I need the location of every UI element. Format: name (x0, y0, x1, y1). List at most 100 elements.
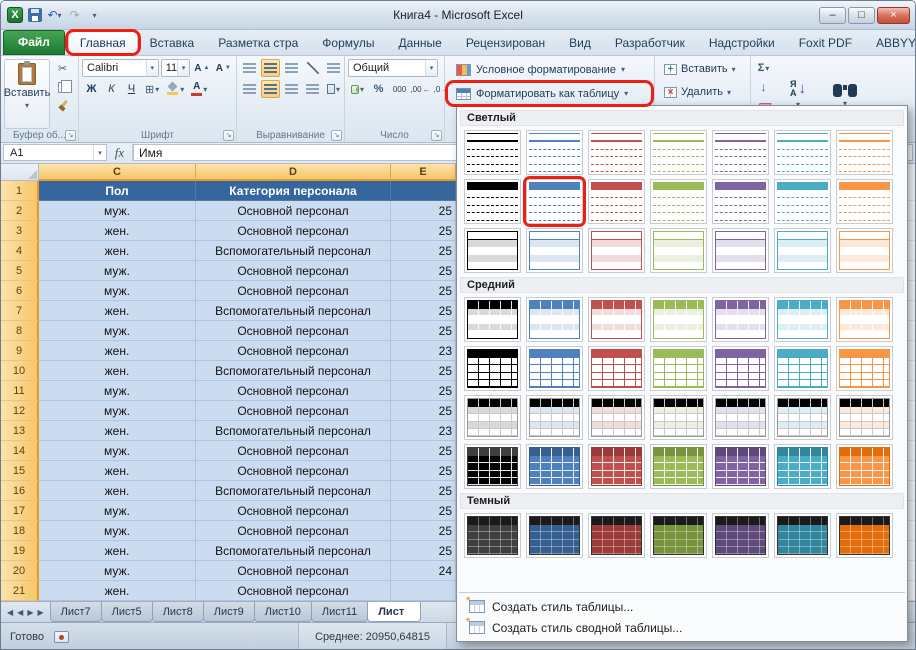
align-left-button[interactable] (240, 80, 259, 98)
minimize-button[interactable]: – (819, 7, 846, 24)
table-style-1-0-6[interactable] (836, 297, 893, 342)
table-style-1-3-6[interactable] (836, 444, 893, 489)
row-header-9[interactable]: 9 (1, 341, 39, 361)
bold-button[interactable]: Ж (82, 80, 101, 98)
table-style-0-1-3[interactable] (650, 179, 707, 224)
cell-D9[interactable]: Основной персонал (196, 341, 391, 361)
cell-C10[interactable]: жен. (39, 361, 196, 381)
row-header-8[interactable]: 8 (1, 321, 39, 341)
table-style-1-0-3[interactable] (650, 297, 707, 342)
cell-C20[interactable]: муж. (39, 561, 196, 581)
borders-button[interactable]: ⊞▾ (142, 80, 162, 98)
sheet-tab-Лист7[interactable]: Лист7 (50, 602, 102, 622)
copy-button[interactable] (53, 78, 72, 96)
row-header-11[interactable]: 11 (1, 381, 39, 401)
alignment-dialog-launcher[interactable]: ↘ (331, 130, 342, 141)
align-center-button[interactable] (261, 80, 280, 98)
sheet-tab-Лист8[interactable]: Лист8 (152, 602, 204, 622)
tab-foxit[interactable]: Foxit PDF (787, 31, 864, 55)
cell-D11[interactable]: Основной персонал (196, 381, 391, 401)
delete-cells-button[interactable]: × Удалить ▾ (658, 82, 747, 102)
format-painter-button[interactable] (53, 97, 72, 115)
accounting-format-button[interactable]: ▾ (348, 80, 367, 98)
table-style-1-3-2[interactable] (588, 444, 645, 489)
merge-center-button[interactable]: ▾ (324, 80, 343, 98)
cell-D17[interactable]: Основной персонал (196, 501, 391, 521)
column-header-C[interactable]: C (39, 164, 196, 181)
clipboard-dialog-launcher[interactable]: ↘ (65, 130, 76, 141)
cell-E21[interactable] (391, 581, 456, 601)
table-style-0-2-2[interactable] (588, 228, 645, 273)
row-header-17[interactable]: 17 (1, 501, 39, 521)
cell-D14[interactable]: Основной персонал (196, 441, 391, 461)
table-style-1-2-1[interactable] (526, 395, 583, 440)
italic-button[interactable]: К (102, 80, 121, 98)
font-name-combo[interactable]: Calibri▾ (82, 59, 159, 77)
close-button[interactable]: × (877, 7, 910, 24)
cell-E20[interactable]: 24 (391, 561, 456, 581)
table-style-0-1-2[interactable] (588, 179, 645, 224)
tab-file[interactable]: Файл (3, 30, 65, 55)
row-header-21[interactable]: 21 (1, 581, 39, 601)
chevron-down-icon[interactable]: ▾ (146, 60, 158, 76)
table-style-1-0-0[interactable] (464, 297, 521, 342)
sheet-tab-Лист9[interactable]: Лист9 (203, 602, 255, 622)
last-sheet-button[interactable]: ▶ (37, 608, 43, 617)
macro-record-icon[interactable] (54, 631, 69, 643)
table-style-0-2-1[interactable] (526, 228, 583, 273)
cell-D5[interactable]: Основной персонал (196, 261, 391, 281)
cell-C2[interactable]: муж. (39, 201, 196, 221)
table-style-1-3-3[interactable] (650, 444, 707, 489)
cell-E18[interactable]: 25 (391, 521, 456, 541)
cell-C19[interactable]: жен. (39, 541, 196, 561)
cell-E8[interactable]: 25 (391, 321, 456, 341)
cell-C13[interactable]: жен. (39, 421, 196, 441)
cell-D3[interactable]: Основной персонал (196, 221, 391, 241)
format-as-table-button[interactable]: Форматировать как таблицу ▾ (448, 83, 651, 104)
comma-style-button[interactable]: 000 (390, 80, 409, 98)
tab-formulas[interactable]: Формулы (310, 31, 386, 55)
gallery-menu-item-0[interactable]: Создать стиль таблицы... (461, 596, 903, 617)
cell-C1[interactable]: Пол (39, 181, 196, 201)
cell-D19[interactable]: Вспомогательный персонал (196, 541, 391, 561)
table-style-1-1-5[interactable] (774, 346, 831, 391)
paste-button[interactable]: Вставить ▾ (4, 59, 50, 129)
table-style-1-1-4[interactable] (712, 346, 769, 391)
table-style-0-0-1[interactable] (526, 130, 583, 175)
table-style-0-0-3[interactable] (650, 130, 707, 175)
table-style-0-1-5[interactable] (774, 179, 831, 224)
align-right-button[interactable] (282, 80, 301, 98)
chevron-down-icon[interactable]: ▾ (177, 60, 189, 76)
autosum-button[interactable]: Σ▾ (754, 59, 773, 77)
table-style-1-0-4[interactable] (712, 297, 769, 342)
cell-D16[interactable]: Вспомогательный персонал (196, 481, 391, 501)
row-header-16[interactable]: 16 (1, 481, 39, 501)
cell-E19[interactable]: 25 (391, 541, 456, 561)
table-style-2-0-1[interactable] (526, 513, 583, 558)
tab-page-layout[interactable]: Разметка стра (206, 31, 310, 55)
cell-D8[interactable]: Основной персонал (196, 321, 391, 341)
table-style-1-1-6[interactable] (836, 346, 893, 391)
tab-data[interactable]: Данные (386, 31, 453, 55)
tab-view[interactable]: Вид (557, 31, 603, 55)
table-style-0-2-0[interactable] (464, 228, 521, 273)
cell-D6[interactable]: Основной персонал (196, 281, 391, 301)
sheet-tab-Лист[interactable]: Лист (367, 602, 421, 622)
table-style-1-1-1[interactable] (526, 346, 583, 391)
table-style-1-3-1[interactable] (526, 444, 583, 489)
cell-D21[interactable]: Основной персонал (196, 581, 391, 601)
cell-E1[interactable] (391, 181, 456, 201)
tab-review[interactable]: Рецензирован (454, 31, 557, 55)
cell-D12[interactable]: Основной персонал (196, 401, 391, 421)
table-style-1-0-1[interactable] (526, 297, 583, 342)
sheet-tab-Лист5[interactable]: Лист5 (101, 602, 153, 622)
cell-E14[interactable]: 25 (391, 441, 456, 461)
sheet-tab-Лист10[interactable]: Лист10 (254, 602, 312, 622)
table-style-1-2-4[interactable] (712, 395, 769, 440)
table-style-0-0-2[interactable] (588, 130, 645, 175)
cell-E6[interactable]: 25 (391, 281, 456, 301)
name-box[interactable]: A1▾ (3, 144, 107, 161)
column-header-E[interactable]: E (391, 164, 456, 181)
save-button[interactable] (26, 6, 43, 24)
cell-D13[interactable]: Вспомогательный персонал (196, 421, 391, 441)
